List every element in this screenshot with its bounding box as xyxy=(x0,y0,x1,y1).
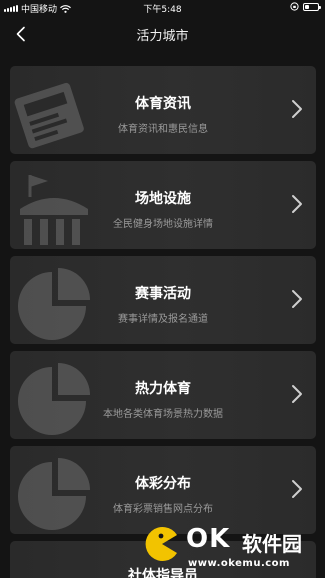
status-time: 下午5:48 xyxy=(143,5,182,15)
chevron-right-icon xyxy=(292,385,302,403)
chevron-right-icon xyxy=(292,100,302,118)
status-bar: 中国移动 下午5:48 xyxy=(0,0,325,16)
card-title: 赛事活动 xyxy=(135,286,191,302)
card-events[interactable]: 赛事活动 赛事详情及报名通道 xyxy=(10,256,316,344)
card-title: 体育资讯 xyxy=(135,96,191,112)
status-right xyxy=(290,2,321,11)
chevron-right-icon xyxy=(292,290,302,308)
card-heat-sports[interactable]: 热力体育 本地各类体育场景热力数据 xyxy=(10,351,316,439)
watermark-brand: OK xyxy=(186,524,231,554)
card-subtitle: 全民健身场地设施详情 xyxy=(113,219,213,230)
chevron-right-icon xyxy=(292,195,302,213)
card-venue-facilities[interactable]: 场地设施 全民健身场地设施详情 xyxy=(10,161,316,249)
card-title: 场地设施 xyxy=(135,191,191,207)
pie-chart-icon xyxy=(18,363,90,435)
card-subtitle: 体育彩票销售网点分布 xyxy=(113,504,213,515)
pie-chart-icon xyxy=(18,458,90,530)
feature-list: 体育资讯 体育资讯和惠民信息 场地设施 全民健身场地设施详情 赛事活动 赛事详情… xyxy=(10,66,316,578)
nav-bar: 活力城市 xyxy=(0,16,325,52)
okemu-logo-icon xyxy=(145,527,177,561)
chevron-right-icon xyxy=(292,480,302,498)
card-title: 体彩分布 xyxy=(135,476,191,492)
stadium-icon xyxy=(20,175,88,245)
screen: 中国移动 下午5:48 活力城市 体育资讯 体育资讯和惠民信息 场地设施 全民健… xyxy=(0,0,325,578)
page-title: 活力城市 xyxy=(136,29,189,44)
newspaper-icon xyxy=(14,82,84,149)
battery-level xyxy=(305,4,309,9)
battery-icon xyxy=(303,2,321,11)
watermark: OK 软件园 www.okemu.com xyxy=(140,518,320,574)
watermark-name: 软件园 xyxy=(242,532,302,556)
card-sports-news[interactable]: 体育资讯 体育资讯和惠民信息 xyxy=(10,66,316,154)
watermark-url: www.okemu.com xyxy=(188,558,290,569)
card-subtitle: 赛事详情及报名通道 xyxy=(118,314,208,325)
pie-chart-icon xyxy=(18,268,90,340)
card-subtitle: 本地各类体育场景热力数据 xyxy=(103,409,223,420)
card-subtitle: 体育资讯和惠民信息 xyxy=(118,124,208,135)
rotation-lock-icon xyxy=(290,2,299,11)
card-title: 热力体育 xyxy=(135,381,191,397)
